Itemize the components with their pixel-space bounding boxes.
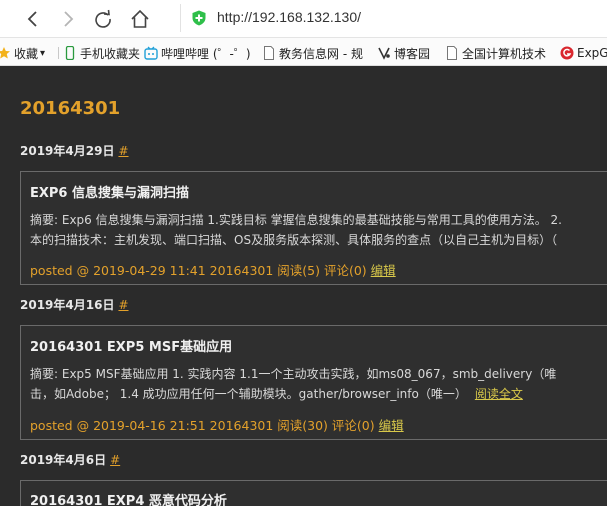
back-arrow-icon — [27, 11, 37, 27]
home-button[interactable] — [127, 6, 153, 32]
browser-toolbar: http://192.168.132.130/ — [0, 0, 607, 38]
phone-icon — [63, 46, 77, 60]
post-summary-text: 击，如Adobe； 1.4 成功应用任何一个辅助模块。gather/browse… — [30, 387, 467, 401]
post-summary-line: 击，如Adobe； 1.4 成功应用任何一个辅助模块。gather/browse… — [30, 384, 607, 404]
blog-title[interactable]: 20164301 — [20, 98, 120, 119]
day-permalink[interactable]: # — [118, 144, 128, 158]
read-more-link[interactable]: 阅读全文 — [475, 387, 523, 401]
post-summary-line: 摘要: Exp6 信息搜集与漏洞扫描 1.实践目标 掌握信息搜集的最基础技能与常… — [30, 213, 562, 227]
address-bar[interactable]: http://192.168.132.130/ — [180, 4, 607, 32]
day-header: 2019年4月29日 # — [20, 142, 129, 159]
day-date: 2019年4月6日 — [20, 453, 107, 467]
cnblogs-icon — [377, 46, 391, 60]
bookmark-expg[interactable]: ExpG — [560, 44, 607, 62]
forward-arrow-icon — [64, 11, 74, 27]
edit-link[interactable]: 编辑 — [371, 263, 396, 278]
back-button[interactable] — [20, 6, 46, 32]
bookmark-ncre[interactable]: 全国计算机技术 — [445, 44, 546, 62]
bookmark-mobile[interactable]: 手机收藏夹 — [63, 44, 140, 62]
bookmark-bilibili[interactable]: 哔哩哔哩 (゜-゜) — [144, 44, 251, 62]
bookmark-label: 手机收藏夹 — [80, 46, 141, 61]
post-summary-line: 摘要: Exp5 MSF基础应用 1. 实践内容 1.1一个主动攻击实践，如ms… — [30, 367, 557, 381]
bookmarks-bar: 收藏 ▾ 手机收藏夹 哔哩哔哩 (゜-゜) 教务信息网 - 规 博客园 全国计算… — [0, 38, 607, 66]
edit-link[interactable]: 编辑 — [379, 418, 404, 433]
post-meta: posted @ 2019-04-29 11:41 20164301 阅读(5)… — [30, 260, 396, 279]
post-title[interactable]: 20164301 EXP4 恶意代码分析 — [30, 490, 227, 506]
bookmark-jiaowu[interactable]: 教务信息网 - 规 — [262, 44, 363, 62]
post-meta: posted @ 2019-04-16 21:51 20164301 阅读(30… — [30, 415, 404, 434]
day-date: 2019年4月29日 — [20, 144, 115, 158]
post-meta-text: posted @ 2019-04-29 11:41 20164301 阅读(5)… — [30, 263, 367, 278]
star-icon — [0, 46, 11, 60]
bookmark-label: 全国计算机技术 — [462, 46, 547, 61]
shield-icon — [192, 10, 206, 26]
bookmark-label: 收藏 — [14, 46, 39, 61]
post-card: 20164301 EXP4 恶意代码分析 — [20, 480, 607, 506]
post-meta-text: posted @ 2019-04-16 21:51 20164301 阅读(30… — [30, 418, 375, 433]
page-icon — [445, 46, 459, 60]
reload-button[interactable] — [90, 6, 116, 32]
day-header: 2019年4月6日 # — [20, 451, 120, 468]
blog-page: 20164301 2019年4月29日 # EXP6 信息搜集与漏洞扫描 摘要: … — [0, 67, 607, 506]
post-card: 20164301 EXP5 MSF基础应用 摘要: Exp5 MSF基础应用 1… — [20, 325, 607, 440]
post-title[interactable]: 20164301 EXP5 MSF基础应用 — [30, 336, 232, 355]
bookmark-label: ExpG — [577, 46, 607, 60]
day-permalink[interactable]: # — [118, 298, 128, 312]
bookmark-label: 教务信息网 - 规 — [279, 46, 363, 61]
expg-icon — [560, 46, 574, 60]
bookmark-label: 博客园 — [394, 46, 431, 61]
day-header: 2019年4月16日 # — [20, 296, 129, 313]
bookmark-cnblogs[interactable]: 博客园 — [377, 44, 430, 62]
forward-button[interactable] — [55, 6, 81, 32]
bookmark-favorites[interactable]: 收藏 ▾ — [0, 44, 45, 62]
bookmark-separator — [58, 47, 59, 59]
url-text[interactable]: http://192.168.132.130/ — [217, 9, 361, 25]
page-icon — [262, 46, 276, 60]
reload-icon — [95, 9, 111, 28]
bookmark-label: 哔哩哔哩 (゜-゜) — [161, 46, 251, 61]
day-date: 2019年4月16日 — [20, 298, 115, 312]
post-title[interactable]: EXP6 信息搜集与漏洞扫描 — [30, 182, 189, 201]
post-summary-line: 本的扫描技术：主机发现、端口扫描、OS及服务版本探测、具体服务的查点（以自己主机… — [30, 233, 558, 247]
bilibili-icon — [144, 46, 158, 60]
home-icon — [131, 9, 149, 28]
day-permalink[interactable]: # — [110, 453, 120, 467]
chevron-down-icon: ▾ — [40, 47, 46, 59]
post-card: EXP6 信息搜集与漏洞扫描 摘要: Exp6 信息搜集与漏洞扫描 1.实践目标… — [20, 171, 607, 285]
